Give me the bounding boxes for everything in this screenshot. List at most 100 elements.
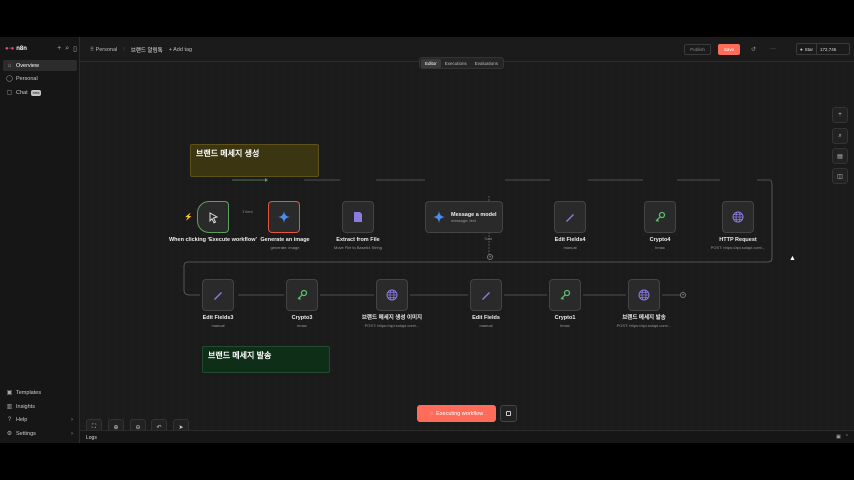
globe-icon (732, 211, 744, 223)
sidebar: ●-● n8n + ⌕ ▯ ⌂ Overview ◯ Personal ▢ Cha… (0, 37, 80, 443)
key-icon (297, 289, 308, 300)
sidebar-item-settings[interactable]: ⚙ Settings › (3, 428, 77, 439)
node-http-request[interactable] (722, 201, 754, 233)
node-brand-message-send[interactable] (628, 279, 660, 311)
cursor-click-icon (209, 212, 219, 224)
search-nodes-icon[interactable]: ⌕ (832, 128, 848, 144)
breadcrumb-separator: / (123, 47, 125, 53)
sidebar-item-label: Insights (16, 403, 35, 410)
tab-editor[interactable]: Editor (421, 58, 441, 68)
history-icon[interactable]: ↺ (751, 46, 756, 53)
sticky-note-generate[interactable]: 브랜드 메세지 생성 (190, 144, 319, 177)
logs-label: Logs (86, 435, 97, 441)
user-icon: ◯ (6, 76, 13, 82)
sidebar-item-overview[interactable]: ⌂ Overview (3, 60, 77, 71)
node-label: Edit Fields (472, 315, 500, 321)
breadcrumb: ⠿ Personal / 브랜드 알림톡 + Add tag (90, 46, 192, 54)
search-icon[interactable]: ⌕ (65, 45, 69, 53)
mouse-cursor-icon: ▲ (789, 255, 796, 262)
node-subtitle: manual (479, 323, 493, 328)
popout-icon[interactable]: ▣ (836, 434, 841, 440)
app-window: ●-● n8n + ⌕ ▯ ⌂ Overview ◯ Personal ▢ Cha… (0, 37, 854, 443)
chevron-up-icon[interactable]: ⌃ (845, 434, 849, 440)
sidebar-item-label: Settings (16, 430, 36, 437)
chevron-right-icon: › (71, 416, 73, 423)
star-count: 172,746 (819, 46, 837, 52)
node-generate-image[interactable] (268, 201, 300, 233)
stop-execution-button[interactable] (500, 405, 517, 422)
sticky-note-icon[interactable]: ▤ (832, 148, 848, 164)
sidebar-item-insights[interactable]: ▥ Insights (3, 401, 77, 412)
node-brand-message-image[interactable] (376, 279, 408, 311)
save-button[interactable]: Save (718, 44, 740, 55)
node-label: 브랜드 메세지 발송 (622, 315, 666, 321)
beta-badge: beta (30, 89, 42, 96)
node-extract-from-file[interactable] (342, 201, 374, 233)
node-subtitle: manual (211, 323, 225, 328)
workflow-name[interactable]: 브랜드 알림톡 (131, 46, 163, 54)
edge-item-count: 1 item (242, 209, 253, 214)
home-icon: ⌂ (7, 62, 12, 69)
pencil-icon (482, 292, 490, 300)
node-crypto3[interactable] (286, 279, 318, 311)
add-node-button[interactable]: + (680, 292, 686, 298)
node-crypto4[interactable] (644, 201, 676, 233)
add-tag-link[interactable]: + Add tag (169, 47, 192, 53)
sidebar-item-personal[interactable]: ◯ Personal (3, 73, 77, 84)
add-node-plus-icon[interactable]: + (832, 107, 848, 123)
sidebar-item-label: Personal (16, 75, 38, 82)
node-crypto1[interactable] (549, 279, 581, 311)
node-subtitle: Move File to Base64 String (333, 245, 383, 250)
node-label: HTTP Request (719, 237, 757, 243)
node-manual-trigger[interactable] (197, 201, 229, 233)
globe-icon (638, 289, 650, 301)
node-message-model[interactable]: Message a model message: text (425, 201, 503, 233)
node-edit-fields4[interactable] (554, 201, 586, 233)
plus-icon[interactable]: + (57, 45, 61, 53)
key-icon (655, 211, 666, 222)
sticky-note-send[interactable]: 브랜드 메세지 발송 (202, 346, 330, 373)
logs-panel[interactable]: Logs ▣ ⌃ (80, 430, 854, 443)
trigger-bolt-icon: ⚡ (184, 214, 193, 221)
insights-icon: ▥ (6, 404, 13, 410)
star-label: Star (804, 46, 813, 52)
node-label: Crypto3 (291, 315, 313, 321)
node-edit-fields3[interactable] (202, 279, 234, 311)
tab-evaluations[interactable]: Evaluations (471, 59, 502, 68)
sidebar-item-label: Overview (16, 62, 39, 69)
more-options-icon[interactable]: ··· (770, 46, 776, 52)
node-label: Message a model (451, 211, 497, 218)
executing-workflow-button[interactable]: ◌ Executing workflow (417, 405, 496, 422)
sidebar-item-label: Help (16, 416, 28, 423)
collapse-sidebar-icon[interactable]: ▯ (73, 45, 77, 53)
sidebar-item-templates[interactable]: ▣ Templates (3, 387, 77, 398)
panel-icon[interactable]: ◫ (832, 168, 848, 184)
node-edit-fields[interactable] (470, 279, 502, 311)
chat-icon: ▢ (6, 90, 13, 96)
stop-icon (506, 411, 511, 416)
tab-executions[interactable]: Executions (441, 59, 471, 68)
workflow-canvas[interactable]: 브랜드 메세지 생성 브랜드 메세지 발송 ⚡ When clicking ‘E… (80, 62, 854, 430)
sidebar-item-help[interactable]: ? Help › (3, 414, 77, 425)
view-tabs: Editor Executions Evaluations (419, 57, 505, 69)
execute-button-label: Executing workflow (436, 410, 484, 417)
n8n-logo[interactable]: ●-● n8n (5, 46, 27, 52)
node-label: Crypto1 (554, 315, 576, 321)
publish-button[interactable]: Publish (684, 44, 711, 55)
breadcrumb-project[interactable]: ⠿ Personal (90, 47, 117, 53)
node-label: Extract from File (336, 237, 380, 243)
sidebar-item-label: Chat (16, 89, 28, 96)
node-label: Crypto4 (649, 237, 671, 243)
gear-icon: ⚙ (6, 431, 13, 437)
pencil-icon (214, 292, 222, 300)
node-subtitle: hmac (297, 323, 307, 328)
gemini-icon (278, 211, 290, 223)
node-label: 브랜드 메세지 생성 이미지 (361, 315, 423, 321)
node-subtitle: hmac (560, 323, 570, 328)
sidebar-header: ●-● n8n + ⌕ ▯ (5, 43, 77, 55)
node-subtitle: POST: https://api.solapi.com/... (616, 323, 672, 328)
github-star-button[interactable]: ● Star 172,746 (796, 43, 850, 55)
sidebar-item-chat[interactable]: ▢ Chat beta (3, 87, 77, 98)
add-tool-button[interactable]: + (487, 254, 493, 260)
node-subtitle: message: text (451, 217, 476, 223)
